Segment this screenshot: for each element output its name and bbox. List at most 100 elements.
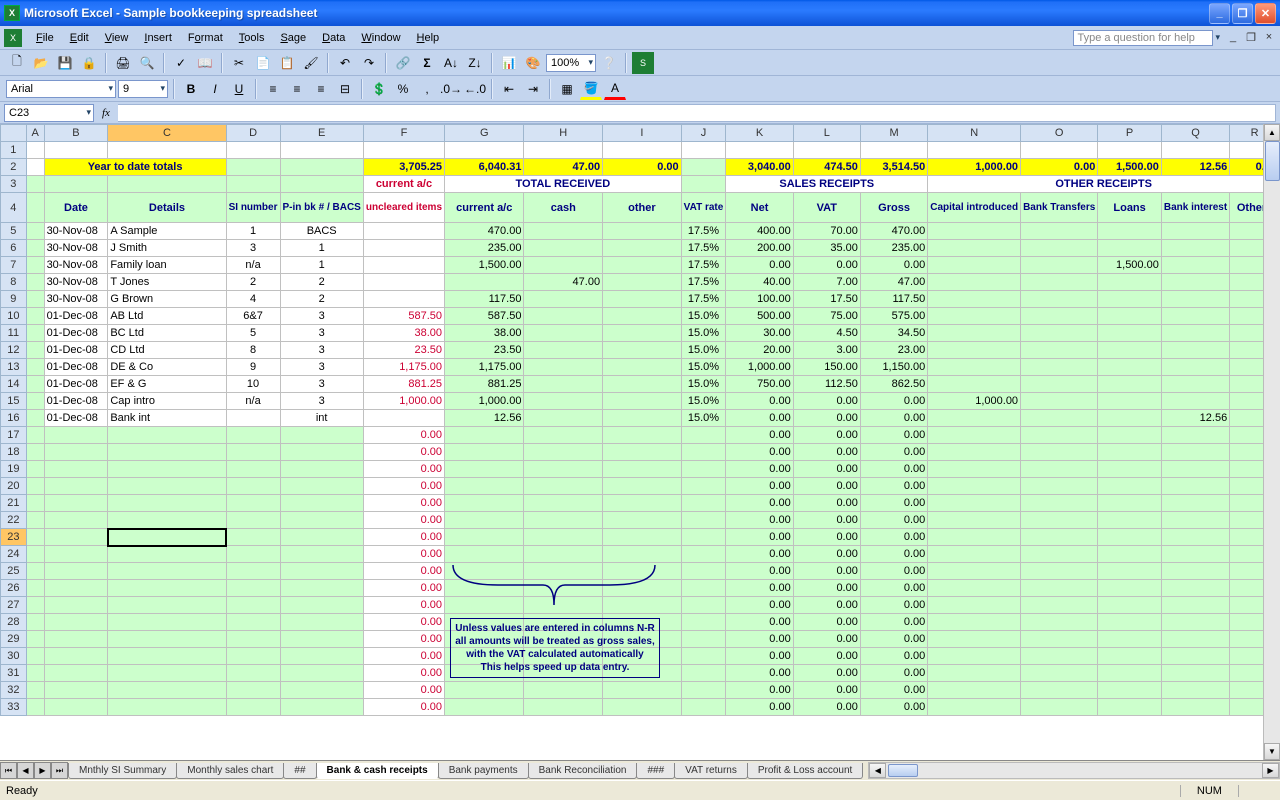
cell[interactable]	[226, 580, 280, 597]
cell[interactable]: 2	[226, 274, 280, 291]
cell[interactable]	[1021, 393, 1098, 410]
cell[interactable]	[1098, 648, 1162, 665]
cell[interactable]	[681, 512, 726, 529]
cell[interactable]: 30.00	[726, 325, 793, 342]
cell[interactable]: 2	[280, 291, 363, 308]
help-search-input[interactable]	[1073, 30, 1213, 46]
cell[interactable]: 01-Dec-08	[44, 359, 108, 376]
cell[interactable]	[226, 546, 280, 563]
cell[interactable]: 2	[280, 274, 363, 291]
cell[interactable]	[1021, 427, 1098, 444]
cell[interactable]	[1021, 308, 1098, 325]
cell[interactable]	[524, 580, 603, 597]
cell[interactable]	[1021, 631, 1098, 648]
cell[interactable]: 9	[226, 359, 280, 376]
cell[interactable]	[108, 546, 226, 563]
cut-button[interactable]: ✂	[228, 52, 250, 74]
cell[interactable]	[524, 410, 603, 427]
scroll-up-button[interactable]: ▲	[1264, 124, 1280, 141]
cell[interactable]: 0.00	[793, 614, 860, 631]
cell[interactable]: 0.00	[363, 478, 444, 495]
col-header-B[interactable]: B	[44, 125, 108, 142]
cell[interactable]: 15.0%	[681, 410, 726, 427]
totals-label[interactable]: Year to date totals	[44, 159, 226, 176]
menu-help[interactable]: Help	[409, 29, 448, 47]
font-size-combo[interactable]: 9	[118, 80, 168, 98]
cell[interactable]	[681, 648, 726, 665]
cell[interactable]	[1161, 444, 1229, 461]
cell[interactable]: 75.00	[793, 308, 860, 325]
sheet-tab-8[interactable]: Profit & Loss account	[747, 763, 864, 779]
col-header-G[interactable]: G	[445, 125, 524, 142]
cell[interactable]: 12.56	[1161, 159, 1229, 176]
cell[interactable]: 575.00	[860, 308, 927, 325]
sage-button[interactable]: S	[632, 52, 654, 74]
cell[interactable]	[524, 444, 603, 461]
cell[interactable]: 0.00	[793, 665, 860, 682]
cell[interactable]	[108, 529, 226, 546]
cell[interactable]	[928, 427, 1021, 444]
chart-wizard-button[interactable]: 📊	[498, 52, 520, 74]
row-header-29[interactable]: 29	[1, 631, 27, 648]
cell[interactable]	[928, 461, 1021, 478]
sheet-tab-0[interactable]: Mnthly SI Summary	[68, 763, 177, 779]
cell[interactable]	[1161, 665, 1229, 682]
cell[interactable]	[524, 359, 603, 376]
cell[interactable]: 0.00	[363, 546, 444, 563]
cell[interactable]	[1161, 427, 1229, 444]
cell[interactable]	[1098, 631, 1162, 648]
cell[interactable]	[524, 308, 603, 325]
increase-indent-button[interactable]: ⇥	[522, 78, 544, 100]
cell[interactable]	[280, 597, 363, 614]
vertical-scrollbar[interactable]: ▲ ▼	[1263, 124, 1280, 760]
cell[interactable]: 1,175.00	[363, 359, 444, 376]
cell[interactable]: 3	[280, 376, 363, 393]
cell[interactable]: 12.56	[445, 410, 524, 427]
cell[interactable]	[363, 223, 444, 240]
cell[interactable]	[1161, 699, 1229, 716]
cell[interactable]: 0.00	[793, 563, 860, 580]
cell[interactable]	[226, 495, 280, 512]
cell[interactable]: 0.00	[363, 648, 444, 665]
currency-button[interactable]: 💲	[368, 78, 390, 100]
cell[interactable]	[44, 580, 108, 597]
cell[interactable]	[1021, 410, 1098, 427]
cell[interactable]	[681, 427, 726, 444]
col-header-H[interactable]: H	[524, 125, 603, 142]
cell[interactable]	[1161, 563, 1229, 580]
cell[interactable]	[603, 257, 682, 274]
open-button[interactable]: 📂	[30, 52, 52, 74]
cell[interactable]: 235.00	[860, 240, 927, 257]
cell[interactable]: 30-Nov-08	[44, 274, 108, 291]
cell[interactable]: 1,150.00	[860, 359, 927, 376]
cell[interactable]	[928, 546, 1021, 563]
cell[interactable]: 0.00	[860, 529, 927, 546]
cell[interactable]: 0.00	[363, 682, 444, 699]
cell[interactable]: 0.00	[726, 546, 793, 563]
cell[interactable]	[681, 478, 726, 495]
cell[interactable]	[603, 563, 682, 580]
cell[interactable]: 1	[226, 223, 280, 240]
cell[interactable]	[681, 546, 726, 563]
fx-icon[interactable]: fx	[98, 107, 114, 119]
cell[interactable]	[108, 614, 226, 631]
cell[interactable]	[928, 359, 1021, 376]
cell[interactable]: Bank int	[108, 410, 226, 427]
cell[interactable]	[26, 142, 44, 159]
sheet-tab-2[interactable]: ##	[283, 763, 316, 779]
cell[interactable]	[681, 495, 726, 512]
cell[interactable]: 15.0%	[681, 308, 726, 325]
tab-nav-last[interactable]: ⏭	[51, 762, 68, 779]
cell[interactable]: 0.00	[726, 495, 793, 512]
cell[interactable]: n/a	[226, 393, 280, 410]
cell[interactable]: 0.00	[860, 648, 927, 665]
merge-center-button[interactable]: ⊟	[334, 78, 356, 100]
window-minimize-button[interactable]: _	[1209, 3, 1230, 24]
cell[interactable]	[226, 665, 280, 682]
cell[interactable]: 0.00	[726, 444, 793, 461]
cell[interactable]	[603, 546, 682, 563]
cell[interactable]: 01-Dec-08	[44, 393, 108, 410]
cell[interactable]: 47.00	[860, 274, 927, 291]
cell[interactable]: 6&7	[226, 308, 280, 325]
cell[interactable]	[1161, 308, 1229, 325]
